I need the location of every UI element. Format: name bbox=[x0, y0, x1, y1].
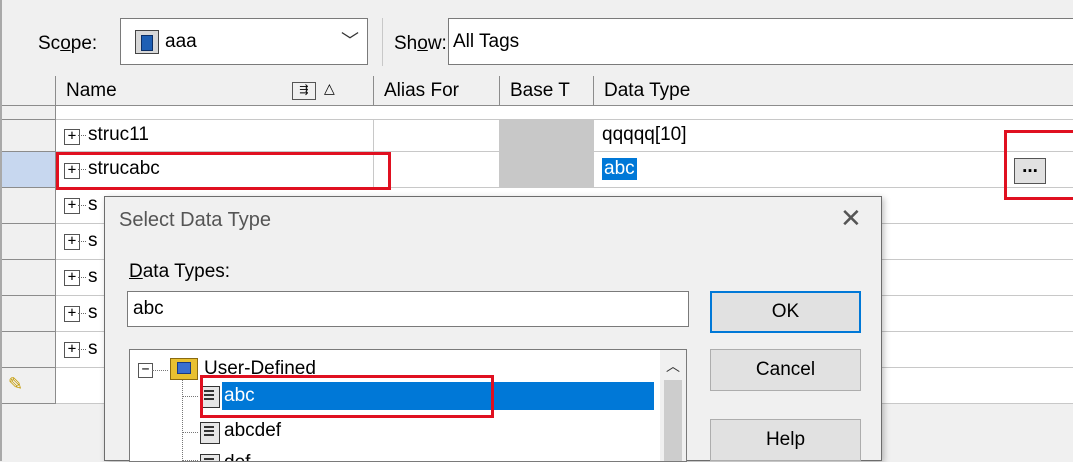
row-header[interactable] bbox=[2, 260, 56, 296]
tag-name: s bbox=[88, 230, 98, 251]
tag-name: s bbox=[88, 338, 98, 359]
tag-toolbar: Scope: aaa ﹀ Show: All Tags bbox=[0, 0, 1073, 88]
row-header[interactable] bbox=[2, 296, 56, 332]
highlight-browse-button bbox=[1004, 130, 1073, 200]
row-header-selected[interactable] bbox=[2, 152, 56, 188]
udt-icon bbox=[200, 422, 220, 444]
tag-name: s bbox=[88, 302, 98, 323]
highlight-strucabc bbox=[56, 152, 391, 190]
expand-icon[interactable]: + bbox=[64, 342, 80, 358]
column-header-label: Data Type bbox=[604, 80, 691, 101]
scope-value: aaa bbox=[165, 31, 197, 52]
scroll-up-icon[interactable]: ︿ bbox=[666, 356, 680, 376]
filter-icon[interactable]: ⇶ bbox=[292, 82, 316, 100]
row-header-spacer bbox=[2, 106, 56, 120]
pencil-icon: ✎ bbox=[8, 374, 24, 394]
scrollbar-thumb[interactable] bbox=[664, 380, 682, 461]
tag-name: struc11 bbox=[88, 124, 149, 145]
column-header-label: Name bbox=[66, 80, 117, 101]
chevron-down-icon[interactable]: ﹀ bbox=[341, 27, 359, 53]
data-type-cell[interactable]: qqqqq[10] bbox=[594, 120, 1073, 152]
alias-cell[interactable] bbox=[374, 120, 500, 152]
grid-spacer-row bbox=[56, 106, 1073, 120]
expand-icon[interactable]: + bbox=[64, 234, 80, 250]
sort-ascending-icon: △ bbox=[324, 80, 335, 96]
tree-item-abcdef[interactable]: abcdef bbox=[224, 420, 281, 442]
column-header-data-type[interactable]: Data Type bbox=[594, 76, 1073, 106]
column-header-label: Base T bbox=[510, 80, 570, 101]
show-filter-field[interactable]: All Tags bbox=[448, 18, 1073, 65]
show-label: Show: bbox=[394, 33, 447, 54]
tag-name: s bbox=[88, 194, 98, 215]
tag-name: s bbox=[88, 266, 98, 287]
collapse-icon[interactable]: − bbox=[138, 363, 153, 378]
alias-cell[interactable] bbox=[374, 152, 500, 188]
column-header-name[interactable]: Name ⇶ △ bbox=[56, 76, 374, 106]
data-types-label: Data Types: bbox=[129, 261, 231, 282]
scope-label: Scope: bbox=[38, 33, 98, 54]
grid-corner bbox=[2, 76, 56, 106]
help-button[interactable]: Help bbox=[710, 419, 861, 461]
dialog-title: Select Data Type bbox=[119, 209, 271, 231]
column-header-label: Alias For bbox=[384, 80, 459, 101]
row-header[interactable] bbox=[2, 188, 56, 224]
base-tag-cell bbox=[500, 120, 594, 152]
toolbar-separator bbox=[382, 18, 383, 66]
data-type-input-value: abc bbox=[133, 298, 164, 319]
column-header-base-tag[interactable]: Base T bbox=[500, 76, 594, 106]
data-type-value-selected: abc bbox=[602, 158, 637, 180]
row-header[interactable] bbox=[2, 332, 56, 368]
ok-button[interactable]: OK bbox=[710, 291, 861, 333]
expand-icon[interactable]: + bbox=[64, 306, 80, 322]
expand-icon[interactable]: + bbox=[64, 129, 80, 145]
base-tag-cell bbox=[500, 152, 594, 188]
controller-icon bbox=[135, 30, 159, 54]
expand-icon[interactable]: + bbox=[64, 270, 80, 286]
data-type-tree[interactable]: − User-Defined abc abcdef def ︿ bbox=[129, 349, 687, 462]
show-value: All Tags bbox=[453, 31, 520, 52]
expand-icon[interactable]: + bbox=[64, 198, 80, 214]
column-header-alias[interactable]: Alias For bbox=[374, 76, 500, 106]
cancel-button[interactable]: Cancel bbox=[710, 349, 861, 391]
select-data-type-dialog: Select Data Type ✕ Data Types: abc OK Ca… bbox=[104, 196, 882, 462]
row-header[interactable] bbox=[2, 120, 56, 152]
data-type-input[interactable]: abc bbox=[127, 291, 689, 327]
folder-icon bbox=[170, 358, 198, 380]
table-row-name-cell[interactable]: + struc11 bbox=[56, 120, 374, 152]
data-type-value: qqqqq[10] bbox=[602, 124, 687, 145]
close-icon[interactable]: ✕ bbox=[840, 203, 862, 234]
highlight-tree-abc bbox=[200, 375, 494, 418]
data-type-cell-editing[interactable]: abc ... bbox=[594, 152, 1073, 188]
tree-scrollbar[interactable]: ︿ bbox=[660, 350, 686, 461]
row-header[interactable] bbox=[2, 224, 56, 260]
row-header-new[interactable]: ✎ bbox=[2, 368, 56, 404]
scope-dropdown[interactable]: aaa ﹀ bbox=[120, 18, 368, 65]
